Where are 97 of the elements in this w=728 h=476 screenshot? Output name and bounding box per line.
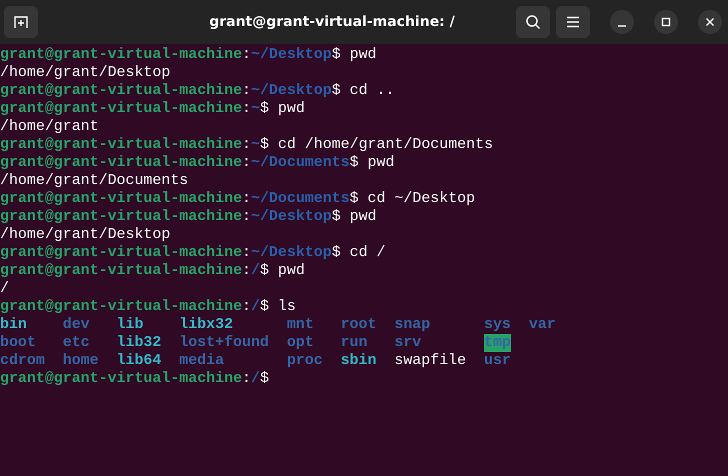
prompt-symbol: $ <box>260 101 269 117</box>
prompt-path: ~/Desktop <box>251 83 332 99</box>
maximize-button[interactable] <box>654 10 678 34</box>
directory-name: run <box>340 334 368 352</box>
directory-name: media <box>179 352 224 370</box>
directory-name: root <box>340 316 376 334</box>
menu-icon <box>566 16 580 28</box>
prompt-symbol: $ <box>350 191 359 207</box>
prompt-symbol: $ <box>332 209 341 225</box>
menu-button[interactable] <box>556 6 590 38</box>
directory-name: mnt <box>286 316 314 334</box>
prompt-path: / <box>251 263 260 279</box>
prompt-symbol: $ <box>332 47 341 63</box>
prompt-separator: : <box>242 83 251 99</box>
prompt-symbol: $ <box>332 245 341 261</box>
output-text: /home/grant/Desktop <box>0 65 170 81</box>
directory-name: opt <box>286 334 314 352</box>
prompt-path: ~/Desktop <box>251 209 332 225</box>
prompt-user: grant@grant-virtual-machine <box>0 371 242 387</box>
prompt-user: grant@grant-virtual-machine <box>0 137 242 153</box>
prompt-separator: : <box>242 299 251 315</box>
prompt-separator: : <box>242 191 251 207</box>
output-text: / <box>0 281 9 297</box>
prompt-path: / <box>251 371 260 387</box>
directory-name: cdrom <box>0 352 45 370</box>
prompt-separator: : <box>242 47 251 63</box>
prompt-separator: : <box>242 371 251 387</box>
directory-name: dev <box>62 316 90 334</box>
new-tab-icon <box>13 14 29 30</box>
prompt-path: ~/Desktop <box>251 245 332 261</box>
prompt-user: grant@grant-virtual-machine <box>0 299 242 315</box>
prompt-symbol: $ <box>260 371 269 387</box>
prompt-path: ~/Documents <box>251 155 350 171</box>
prompt-separator: : <box>242 263 251 279</box>
command-text: pwd <box>366 155 394 171</box>
prompt-user: grant@grant-virtual-machine <box>0 47 242 63</box>
prompt-user: grant@grant-virtual-machine <box>0 155 242 171</box>
directory-name: home <box>62 352 99 370</box>
prompt-separator: : <box>242 209 251 225</box>
prompt-symbol: $ <box>260 299 269 315</box>
directory-name: tmp <box>484 334 511 352</box>
link-name: sbin <box>340 352 376 370</box>
prompt-path: ~ <box>251 137 260 153</box>
command-text: cd .. <box>348 83 394 99</box>
command-text: pwd <box>276 263 305 279</box>
command-text: cd / <box>348 245 386 261</box>
prompt-symbol: $ <box>332 83 341 99</box>
new-tab-button[interactable] <box>4 6 38 38</box>
link-name: lib <box>116 316 144 334</box>
prompt-user: grant@grant-virtual-machine <box>0 209 242 225</box>
link-name: bin <box>0 316 27 334</box>
prompt-user: grant@grant-virtual-machine <box>0 191 242 207</box>
minimize-button[interactable] <box>610 10 634 34</box>
prompt-symbol: $ <box>260 137 269 153</box>
prompt-user: grant@grant-virtual-machine <box>0 245 242 261</box>
command-text: pwd <box>348 209 377 225</box>
command-text: cd /home/grant/Documents <box>276 137 494 153</box>
prompt-separator: : <box>242 101 251 117</box>
search-button[interactable] <box>516 6 550 38</box>
prompt-separator: : <box>242 137 251 153</box>
prompt-separator: : <box>242 155 251 171</box>
link-name: lib64 <box>116 352 162 370</box>
file-name: swapfile <box>394 352 466 370</box>
prompt-path: / <box>251 299 260 315</box>
search-icon <box>525 14 541 30</box>
directory-name: srv <box>394 334 422 352</box>
output-text: /home/grant/Desktop <box>0 227 170 243</box>
directory-name: lost+found <box>179 334 269 352</box>
close-button[interactable] <box>698 10 722 34</box>
directory-name: usr <box>484 352 511 370</box>
prompt-path: ~/Documents <box>251 191 350 207</box>
prompt-user: grant@grant-virtual-machine <box>0 101 242 117</box>
directory-name: proc <box>286 352 323 370</box>
directory-name: snap <box>394 316 430 334</box>
output-text: /home/grant <box>0 119 99 135</box>
prompt-user: grant@grant-virtual-machine <box>0 263 242 279</box>
prompt-user: grant@grant-virtual-machine <box>0 83 242 99</box>
prompt-path: ~/Desktop <box>251 47 332 63</box>
close-icon <box>705 17 715 27</box>
directory-name: etc <box>62 334 90 352</box>
directory-name: sys <box>484 316 511 334</box>
command-text: pwd <box>348 47 377 63</box>
prompt-symbol: $ <box>350 155 359 171</box>
minimize-icon <box>618 25 626 27</box>
command-text: ls <box>276 299 296 315</box>
link-name: lib32 <box>116 334 162 352</box>
command-text: pwd <box>276 101 305 117</box>
link-name: libx32 <box>179 316 234 334</box>
prompt-separator: : <box>242 245 251 261</box>
directory-name: var <box>528 316 556 334</box>
command-text: cd ~/Desktop <box>366 191 476 207</box>
prompt-symbol: $ <box>260 263 269 279</box>
prompt-path: ~ <box>251 101 260 117</box>
output-text: /home/grant/Documents <box>0 173 188 189</box>
window-title: grant@grant-virtual-machine: / <box>208 14 456 30</box>
maximize-icon <box>661 17 671 27</box>
directory-name: boot <box>0 334 36 352</box>
